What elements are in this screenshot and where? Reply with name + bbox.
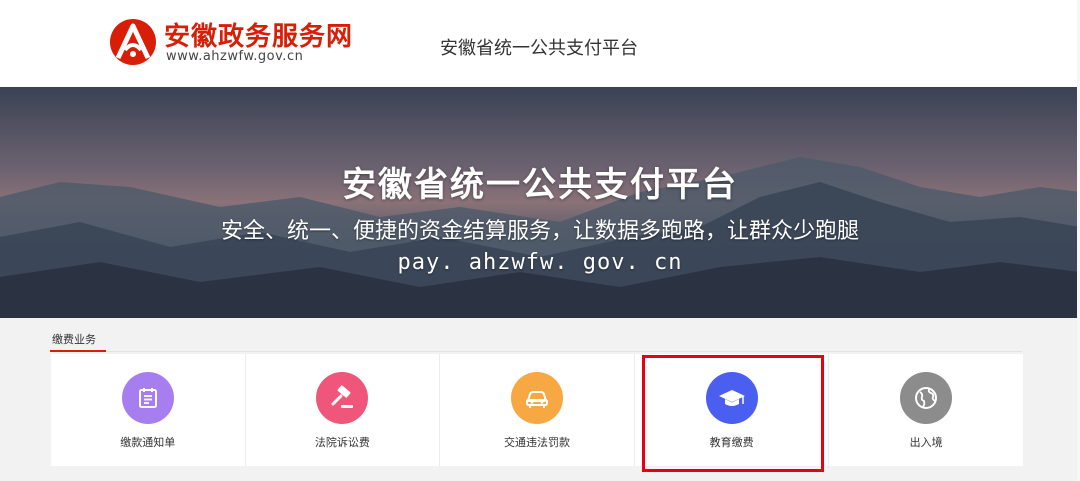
service-label: 法院诉讼费 xyxy=(314,436,370,449)
ahzwfw-logo-icon[interactable] xyxy=(108,18,158,66)
service-label: 出入境 xyxy=(909,436,943,449)
service-grid: 缴款通知单 法院诉讼费 交通违法罚款 教育缴费 出入境 xyxy=(51,354,1023,466)
banner-url: pay. ahzwfw. gov. cn xyxy=(397,250,683,275)
active-tab-indicator xyxy=(50,350,106,352)
notice-icon xyxy=(121,372,174,424)
site-name[interactable]: 安徽政务服务网 xyxy=(164,16,353,53)
car-icon xyxy=(510,372,563,424)
service-label: 交通违法罚款 xyxy=(503,436,570,449)
service-label: 缴款通知单 xyxy=(120,436,176,449)
hero-banner: 安徽省统一公共支付平台 安全、统一、便捷的资金结算服务，让数据多跑路，让群众少跑… xyxy=(0,87,1080,318)
service-card-education-fee[interactable]: 教育缴费 xyxy=(634,354,829,466)
service-card-payment-notice[interactable]: 缴款通知单 xyxy=(51,354,245,466)
banner-title: 安徽省统一公共支付平台 xyxy=(342,165,738,205)
service-card-exit-entry[interactable]: 出入境 xyxy=(829,354,1023,466)
banner-subtitle: 安全、统一、便捷的资金结算服务，让数据多跑路，让群众少跑腿 xyxy=(220,219,859,244)
platform-name: 安徽省统一公共支付平台 xyxy=(440,38,638,59)
service-label: 教育缴费 xyxy=(709,436,754,449)
service-card-court-fee[interactable]: 法院诉讼费 xyxy=(245,354,440,466)
site-url: www.ahzwfw.gov.cn xyxy=(166,49,304,64)
section-divider xyxy=(50,351,1022,352)
globe-icon xyxy=(900,372,953,424)
site-header: 安徽政务服务网 www.ahzwfw.gov.cn 安徽省统一公共支付平台 xyxy=(0,0,1080,87)
gavel-icon xyxy=(316,372,369,424)
tab-payment-services[interactable]: 缴费业务 xyxy=(52,331,96,347)
graduation-cap-icon xyxy=(705,372,758,424)
service-card-traffic-fine[interactable]: 交通违法罚款 xyxy=(440,354,634,466)
